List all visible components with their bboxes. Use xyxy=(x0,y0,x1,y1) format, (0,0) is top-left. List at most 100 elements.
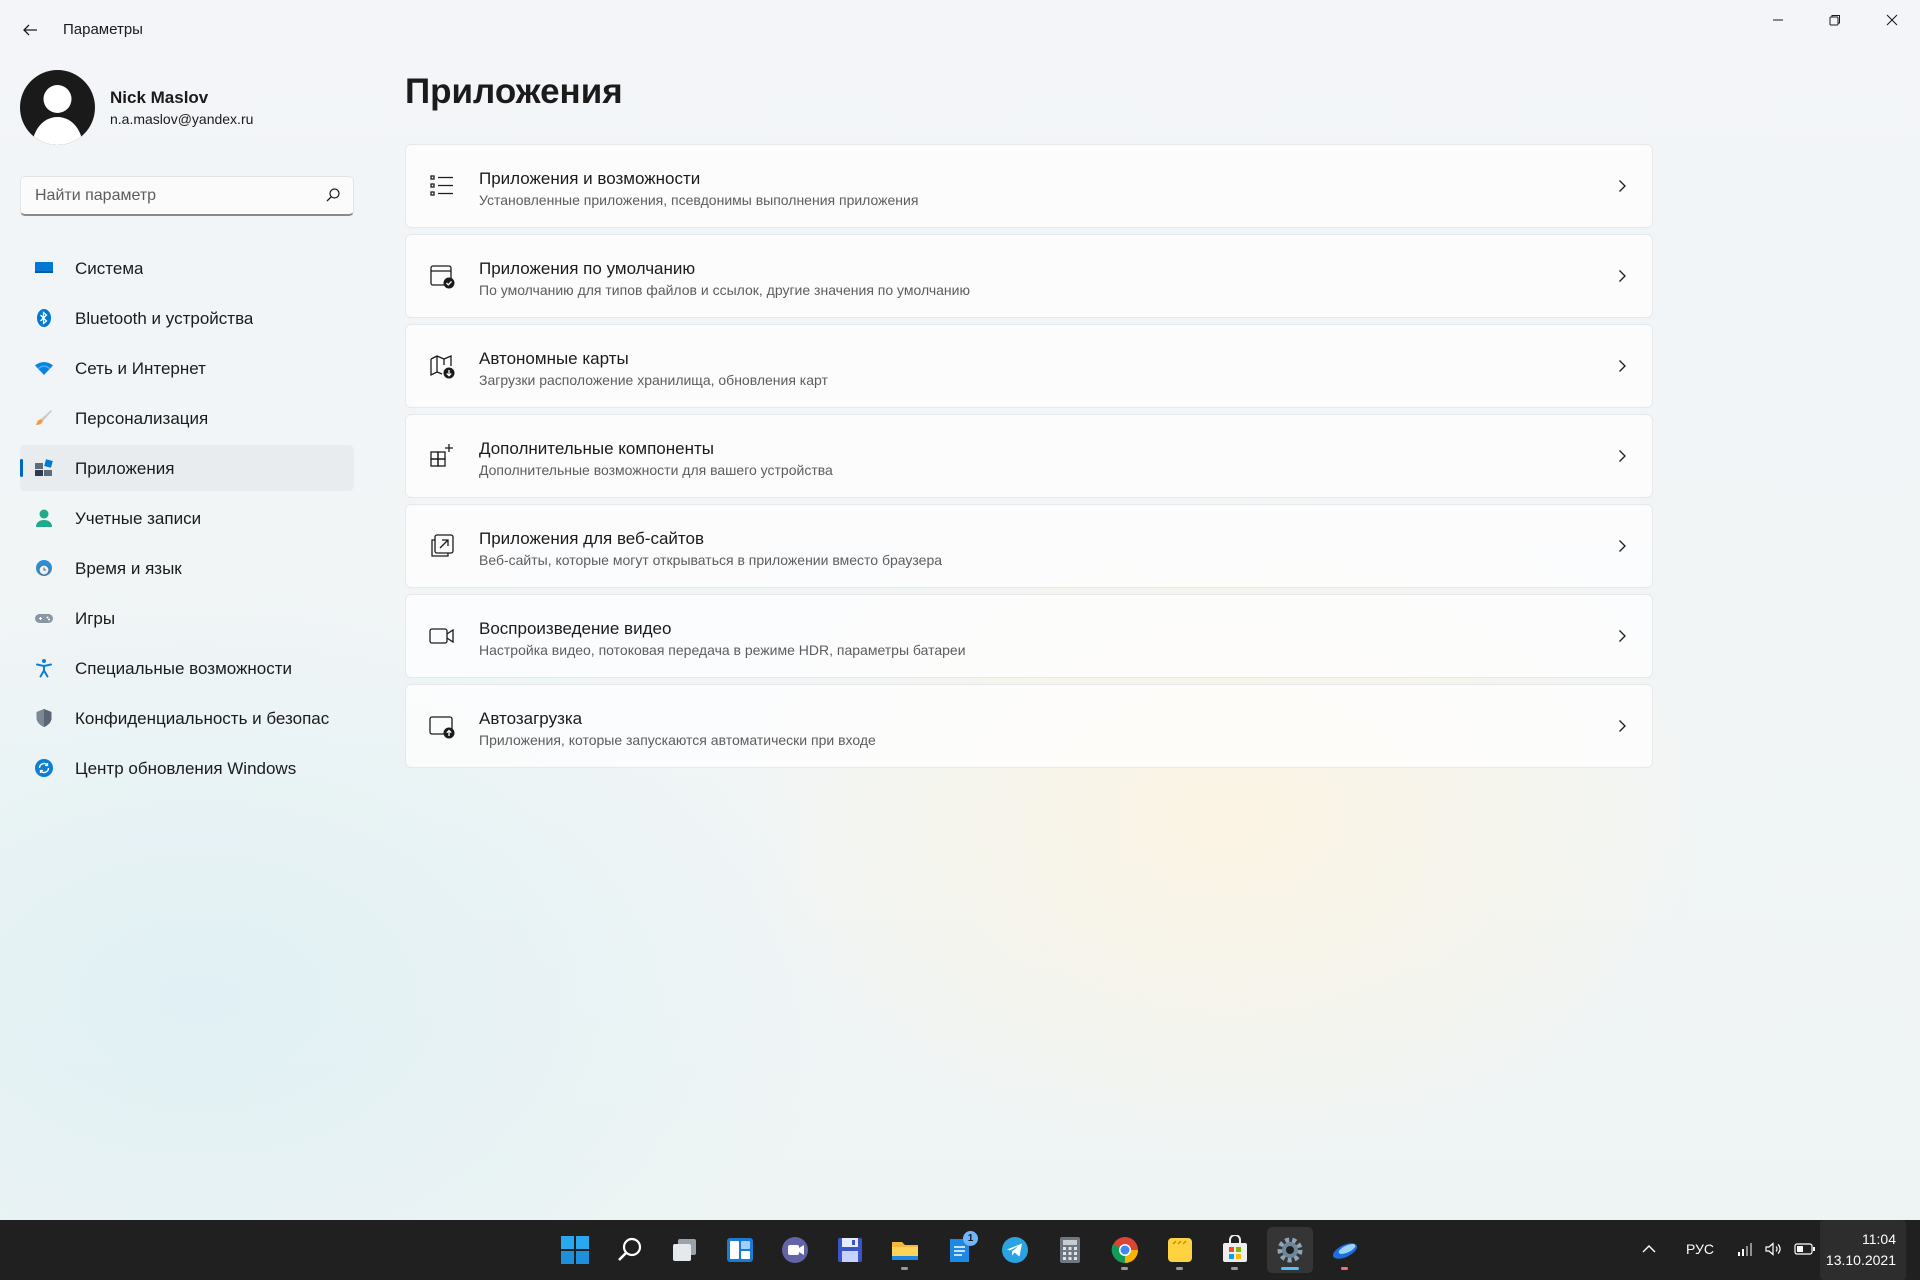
card-default-apps[interactable]: Приложения по умолчанию По умолчанию для… xyxy=(405,234,1653,318)
widgets-icon xyxy=(727,1238,753,1262)
close-icon xyxy=(1886,14,1897,26)
running-indicator xyxy=(1121,1267,1128,1270)
calculator-icon xyxy=(1060,1237,1080,1263)
clock-date-text: 13.10.2021 xyxy=(1825,1252,1896,1268)
taskbar-settings[interactable] xyxy=(1267,1227,1313,1273)
card-title: Автономные карты xyxy=(479,349,629,368)
tray-overflow-button[interactable] xyxy=(1640,1240,1658,1263)
taskbar-widgets[interactable] xyxy=(717,1227,763,1273)
card-startup[interactable]: Автозагрузка Приложения, которые запуска… xyxy=(405,684,1653,768)
search-icon xyxy=(326,188,340,202)
sidebar-item-label: Система xyxy=(75,259,144,278)
active-indicator xyxy=(20,459,23,477)
clock-time: 11:04 xyxy=(1862,1231,1896,1247)
avatar xyxy=(20,70,95,145)
telegram-icon xyxy=(1002,1237,1028,1263)
taskbar-telegram[interactable] xyxy=(992,1227,1038,1273)
accessibility-icon xyxy=(34,658,54,678)
sidebar-item-accounts[interactable]: Учетные записи xyxy=(20,495,354,541)
card-optional-features[interactable]: Дополнительные компоненты Дополнительные… xyxy=(405,414,1653,498)
taskbar-start-button[interactable] xyxy=(552,1227,598,1273)
restore-icon xyxy=(1829,15,1840,26)
taskbar-save-app[interactable] xyxy=(827,1227,873,1273)
card-subtitle: По умолчанию для типов файлов и ссылок, … xyxy=(479,282,970,298)
signal-icon xyxy=(1738,1243,1752,1256)
file-explorer-icon xyxy=(892,1242,918,1260)
running-indicator xyxy=(1231,1267,1238,1270)
sidebar-item-accessibility[interactable]: Специальные возможности xyxy=(20,645,354,691)
search-input[interactable] xyxy=(33,177,317,215)
taskbar-task-view[interactable] xyxy=(662,1227,708,1273)
sidebar-item-time-language[interactable]: Время и язык xyxy=(20,545,354,591)
sidebar-item-personalization[interactable]: Персонализация xyxy=(20,395,354,441)
chevron-right-icon xyxy=(1619,270,1626,282)
card-subtitle: Дополнительные возможности для вашего ус… xyxy=(479,462,833,478)
card-offline-maps[interactable]: Автономные карты Загрузки расположение х… xyxy=(405,324,1653,408)
restore-button[interactable] xyxy=(1806,0,1863,40)
search-icon xyxy=(618,1237,642,1261)
card-apps-for-websites[interactable]: Приложения для веб-сайтов Веб-сайты, кот… xyxy=(405,504,1653,588)
app-title: Параметры xyxy=(63,21,143,38)
user-profile[interactable]: Nick Maslov n.a.maslov@yandex.ru xyxy=(20,70,360,146)
sidebar-item-label: Персонализация xyxy=(75,409,209,428)
chevron-right-icon xyxy=(1619,180,1626,192)
language-indicator[interactable]: РУС xyxy=(1686,1241,1714,1257)
update-icon xyxy=(34,758,54,778)
save-disk-icon xyxy=(838,1238,862,1262)
sidebar-item-privacy[interactable]: Конфиденциальность и безопас xyxy=(20,695,354,741)
notification-badge: 1 xyxy=(963,1231,978,1246)
sidebar-item-label: Конфиденциальность и безопас xyxy=(75,709,330,728)
card-subtitle: Настройка видео, потоковая передача в ре… xyxy=(479,642,966,658)
settings-cards: Приложения и возможности Установленные п… xyxy=(405,144,1653,774)
user-name: Nick Maslov xyxy=(110,88,209,107)
sidebar-item-network[interactable]: Сеть и Интернет xyxy=(20,345,354,391)
close-button[interactable] xyxy=(1863,0,1920,40)
sidebar-item-label: Специальные возможности xyxy=(75,659,293,678)
startup-icon xyxy=(429,716,455,739)
card-title: Приложения для веб-сайтов xyxy=(479,529,704,548)
sticky-notes-icon xyxy=(1168,1238,1192,1262)
volume-button[interactable] xyxy=(1764,1240,1782,1263)
minimize-button[interactable] xyxy=(1749,0,1806,40)
windows-start-icon xyxy=(561,1236,589,1264)
taskbar: 1 РУС 11:04 13.10.2021 xyxy=(0,1220,1920,1280)
taskbar-store[interactable] xyxy=(1212,1227,1258,1273)
card-title: Приложения по умолчанию xyxy=(479,259,696,278)
search-box[interactable] xyxy=(20,176,354,216)
card-video-playback[interactable]: Воспроизведение видео Настройка видео, п… xyxy=(405,594,1653,678)
battery-status[interactable] xyxy=(1794,1240,1816,1263)
store-icon xyxy=(1223,1235,1247,1262)
back-button[interactable] xyxy=(14,14,46,46)
sidebar-item-windows-update[interactable]: Центр обновления Windows xyxy=(20,745,354,791)
default-apps-icon xyxy=(430,265,455,289)
sidebar-item-gaming[interactable]: Игры xyxy=(20,595,354,641)
sidebar-item-bluetooth[interactable]: Bluetooth и устройства xyxy=(20,295,354,341)
settings-gear-icon xyxy=(1277,1237,1303,1263)
task-view-icon xyxy=(673,1239,696,1261)
taskbar-teams-chat[interactable] xyxy=(772,1227,818,1273)
optional-features-icon xyxy=(430,444,453,467)
network-status[interactable] xyxy=(1736,1240,1754,1263)
sidebar-item-apps[interactable]: Приложения xyxy=(20,445,354,491)
running-indicator xyxy=(1341,1267,1348,1270)
comet-app-icon xyxy=(1332,1243,1358,1259)
sidebar-item-system[interactable]: Система xyxy=(20,245,354,291)
chrome-icon xyxy=(1111,1237,1138,1264)
list-icon xyxy=(430,175,453,196)
sidebar-item-label: Учетные записи xyxy=(75,509,202,528)
taskbar-calculator[interactable] xyxy=(1047,1227,1093,1273)
taskbar-search-button[interactable] xyxy=(607,1227,653,1273)
taskbar-file-explorer[interactable] xyxy=(882,1227,928,1273)
taskbar-chrome[interactable] xyxy=(1102,1227,1148,1273)
user-email: n.a.maslov@yandex.ru xyxy=(110,111,254,127)
wifi-icon xyxy=(34,358,54,378)
taskbar-notes-app[interactable]: 1 xyxy=(937,1227,983,1273)
clock-date[interactable]: 11:04 13.10.2021 xyxy=(1820,1220,1906,1280)
brush-icon xyxy=(34,408,54,428)
taskbar-sticky-notes[interactable] xyxy=(1157,1227,1203,1273)
chevron-right-icon xyxy=(1619,630,1626,642)
card-apps-features[interactable]: Приложения и возможности Установленные п… xyxy=(405,144,1653,228)
card-subtitle: Установленные приложения, псевдонимы вып… xyxy=(479,192,919,208)
arrow-left-icon xyxy=(23,24,37,36)
taskbar-comet-app[interactable] xyxy=(1322,1227,1368,1273)
